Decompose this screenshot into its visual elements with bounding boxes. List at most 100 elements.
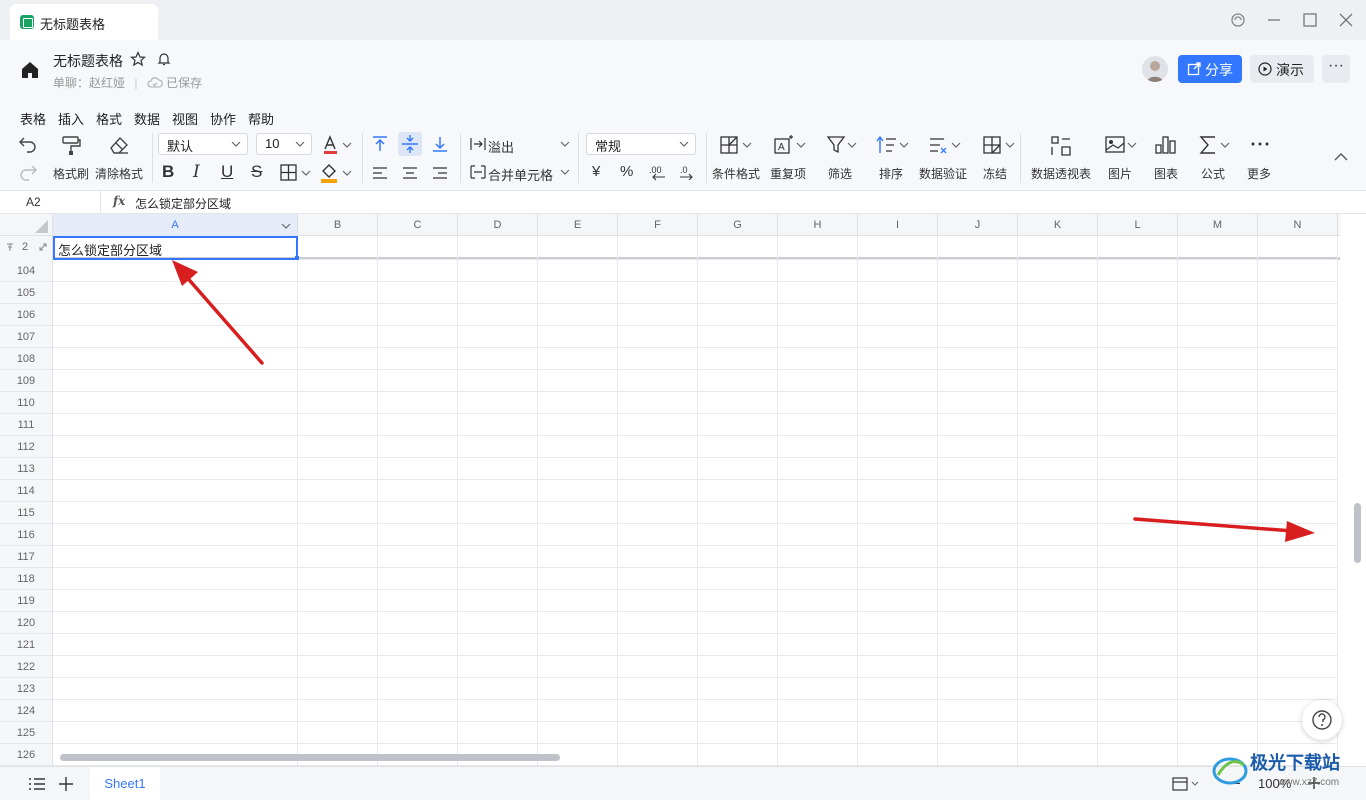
cell[interactable] [1178, 480, 1258, 502]
column-header-b[interactable]: B [298, 214, 378, 236]
cell[interactable] [698, 590, 778, 612]
cell[interactable] [538, 502, 618, 524]
cell[interactable] [698, 414, 778, 436]
cell[interactable] [698, 436, 778, 458]
cell[interactable] [618, 700, 698, 722]
cell[interactable] [1178, 348, 1258, 370]
cell[interactable] [1258, 634, 1338, 656]
font-family-select[interactable]: 默认 [158, 133, 248, 155]
cell[interactable] [538, 722, 618, 744]
cell[interactable] [53, 634, 298, 656]
cell[interactable] [298, 304, 378, 326]
cell[interactable] [698, 480, 778, 502]
duplicates-label[interactable]: 重复项 [770, 165, 806, 182]
cell[interactable] [458, 546, 538, 568]
row-header-117[interactable]: 117 [0, 546, 53, 568]
cell[interactable] [618, 634, 698, 656]
italic-button[interactable]: I [193, 162, 200, 182]
cell[interactable] [1178, 282, 1258, 304]
cell[interactable] [298, 326, 378, 348]
sort-label[interactable]: 排序 [879, 165, 903, 182]
cell[interactable] [378, 700, 458, 722]
cell[interactable] [378, 260, 458, 282]
cell[interactable] [618, 722, 698, 744]
cell[interactable] [618, 502, 698, 524]
row-header-104[interactable]: 104 [0, 260, 53, 282]
row-header-125[interactable]: 125 [0, 722, 53, 744]
cell[interactable] [618, 612, 698, 634]
cell[interactable] [378, 480, 458, 502]
close-button[interactable] [1336, 10, 1356, 30]
cell[interactable] [858, 656, 938, 678]
cell[interactable] [1018, 370, 1098, 392]
cell[interactable] [1018, 656, 1098, 678]
cell[interactable] [458, 502, 538, 524]
cell[interactable] [458, 458, 538, 480]
data-validation-icon[interactable] [928, 135, 962, 155]
pivot-table-label[interactable]: 数据透视表 [1031, 165, 1091, 182]
cell[interactable] [1098, 590, 1178, 612]
percent-button[interactable]: % [620, 163, 633, 180]
cell[interactable] [538, 678, 618, 700]
cell[interactable] [1018, 304, 1098, 326]
collapse-toolbar-icon[interactable] [1333, 151, 1349, 163]
cell[interactable] [298, 282, 378, 304]
cell-reference[interactable]: A2 [26, 195, 41, 209]
cell[interactable] [538, 392, 618, 414]
pivot-table-icon[interactable] [1050, 135, 1072, 157]
text-overflow-icon[interactable] [470, 137, 486, 151]
cell[interactable] [858, 678, 938, 700]
row-header-116[interactable]: 116 [0, 524, 53, 546]
cell[interactable] [378, 348, 458, 370]
cell[interactable] [778, 436, 858, 458]
cell[interactable] [1178, 260, 1258, 282]
cell[interactable] [858, 370, 938, 392]
cell[interactable] [1098, 656, 1178, 678]
cell[interactable] [378, 568, 458, 590]
cell[interactable] [53, 480, 298, 502]
cell[interactable] [858, 436, 938, 458]
cell[interactable] [298, 458, 378, 480]
cell[interactable] [298, 634, 378, 656]
cell[interactable] [298, 678, 378, 700]
cell[interactable] [1178, 634, 1258, 656]
cell[interactable] [1098, 546, 1178, 568]
fill-color-icon[interactable] [320, 162, 356, 184]
document-tab[interactable]: 无标题表格 [10, 4, 158, 40]
cell[interactable] [938, 304, 1018, 326]
column-header-d[interactable]: D [458, 214, 538, 236]
cell[interactable] [1018, 282, 1098, 304]
cell[interactable] [1098, 326, 1178, 348]
cell[interactable] [378, 634, 458, 656]
cell[interactable] [1098, 392, 1178, 414]
cell[interactable] [618, 656, 698, 678]
format-painter-label[interactable]: 格式刷 [53, 165, 89, 182]
data-validation-label[interactable]: 数据验证 [919, 165, 967, 182]
cell[interactable] [1258, 612, 1338, 634]
cell[interactable] [1258, 568, 1338, 590]
cell[interactable] [538, 656, 618, 678]
column-header-m[interactable]: M [1178, 214, 1258, 236]
chevron-down-icon[interactable] [560, 140, 570, 148]
cell[interactable] [938, 348, 1018, 370]
cell[interactable] [858, 326, 938, 348]
cell[interactable] [538, 634, 618, 656]
sheet-list-icon[interactable] [28, 776, 46, 792]
cell[interactable] [538, 612, 618, 634]
cell[interactable] [1098, 304, 1178, 326]
filter-label[interactable]: 筛选 [828, 165, 852, 182]
column-header-e[interactable]: E [538, 214, 618, 236]
cell[interactable] [938, 260, 1018, 282]
cell[interactable] [618, 524, 698, 546]
cell[interactable] [1178, 370, 1258, 392]
cell[interactable] [538, 348, 618, 370]
conditional-format-icon[interactable] [719, 135, 755, 155]
cell[interactable] [1018, 612, 1098, 634]
cell[interactable] [378, 436, 458, 458]
cell[interactable] [1178, 458, 1258, 480]
cell[interactable] [53, 546, 298, 568]
cell[interactable] [1178, 546, 1258, 568]
cell[interactable] [458, 414, 538, 436]
cell[interactable] [778, 304, 858, 326]
cell[interactable] [858, 524, 938, 546]
